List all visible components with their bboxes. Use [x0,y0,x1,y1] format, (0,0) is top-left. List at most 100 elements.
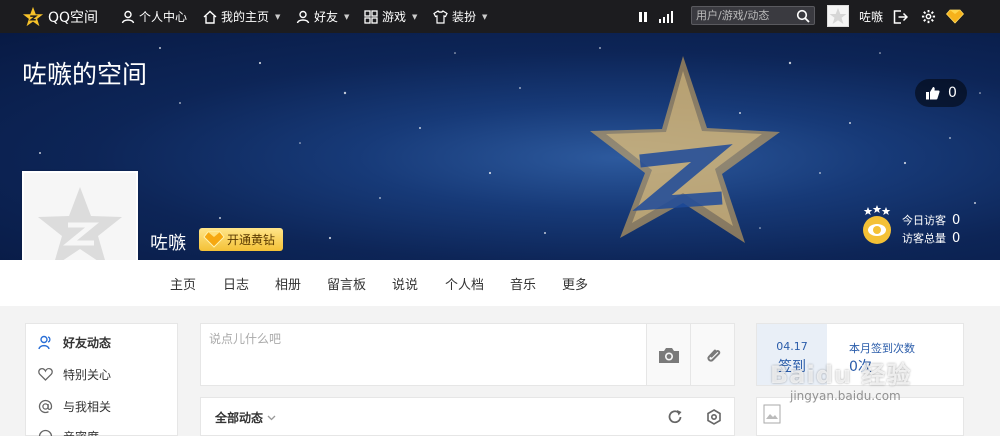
feed-panel: 全部动态 [200,397,735,436]
post-composer [200,323,735,386]
search-icon[interactable] [796,9,810,23]
qzone-logo[interactable]: QQ空间 [22,0,98,33]
logo-text: QQ空间 [48,9,99,26]
sidebar-item-label: 特别关心 [63,367,112,382]
sidebar-item-intimacy[interactable]: 亲密度 [38,424,99,436]
nav-music[interactable]: 音乐 [510,260,536,306]
heart-icon [38,367,53,381]
top-navigation-bar: QQ空间 个人中心 我的主页 ▼ 好友 ▼ 游戏 ▼ 装扮 ▼ 用户/游戏/动态… [0,0,1000,33]
username: 咗嗾 [859,10,884,24]
qzone-glitter-star [590,56,780,243]
today-visitors-label: 今日访客 [902,214,946,227]
my-home-label: 我的主页 [221,10,270,24]
logout-icon [893,9,908,24]
visitor-badge[interactable] [860,205,894,245]
total-visitors-count: 0 [952,231,961,246]
sidebar-item-friend-feed[interactable]: 好友动态 [38,330,111,354]
personal-center-label: 个人中心 [139,10,188,24]
feed-settings-icon[interactable] [706,409,722,425]
visitor-stats: 今日访客 0 访客总量 0 [902,212,960,248]
tshirt-icon [433,9,448,24]
sidebar-item-special-care[interactable]: 特别关心 [38,362,111,386]
user-name: 咗嗾 [150,233,186,254]
link-icon [706,349,720,362]
post-input[interactable] [201,324,601,385]
chevron-down-icon: ▼ [412,12,418,21]
sign-in-date: 04.17 [776,340,808,353]
nav-shuoshuo[interactable]: 说说 [392,260,418,306]
yellow-diamond-button[interactable] [946,0,964,33]
username-link[interactable]: 咗嗾 [859,0,883,33]
grid-icon [364,9,378,24]
pause-icon [639,11,647,22]
like-button[interactable]: 0 [915,79,967,107]
nav-album[interactable]: 相册 [275,260,301,306]
nav-home[interactable]: 主页 [170,260,196,306]
feed-title: 全部动态 [215,411,264,425]
my-home-link[interactable]: 我的主页 ▼ [203,0,280,33]
space-title: 咗嗾的空间 [22,60,148,89]
search-input[interactable] [692,9,792,22]
nav-profile[interactable]: 个人档 [445,260,484,306]
friends-label: 好友 [314,10,339,24]
upload-photo-button[interactable] [646,324,690,385]
chevron-down-icon: ▼ [482,12,488,21]
signal-bars-button[interactable] [658,0,674,33]
baidu-watermark: Baidu 经验 [770,361,912,389]
default-avatar-star-icon [829,8,847,24]
dressup-label: 装扮 [452,10,477,24]
profile-avatar[interactable] [22,171,138,260]
attach-link-button[interactable] [690,324,734,385]
logout-button[interactable] [893,0,908,33]
person-icon [121,10,135,23]
chevron-down-icon: ▼ [344,12,350,21]
cover-banner: 咗嗾的空间 0 咗嗾 开通黄钻 今日访客 0 访客总量 0 [0,33,1000,260]
pause-button[interactable] [637,0,649,33]
diamond-icon [946,9,964,24]
feed-filter-dropdown[interactable]: 全部动态 [215,409,276,426]
gear-icon [921,9,936,24]
signal-bars-icon [659,10,673,23]
search-box [691,6,815,25]
camera-icon [658,347,679,363]
games-label: 游戏 [382,10,407,24]
eye-badge-icon [863,205,891,244]
nav-message-board[interactable]: 留言板 [327,260,366,306]
open-yellow-diamond-button[interactable]: 开通黄钻 [199,228,284,251]
nav-blog[interactable]: 日志 [223,260,249,306]
friends-icon [296,10,310,23]
chevron-down-icon: ▼ [275,12,281,21]
sidebar-item-related-to-me[interactable]: 与我相关 [38,394,111,418]
circle-icon [38,429,53,436]
image-placeholder-icon [763,404,781,424]
nav-more[interactable]: 更多 [562,260,588,306]
like-count: 0 [948,85,957,101]
starfield-background [39,47,981,243]
open-yellow-diamond-label: 开通黄钻 [227,233,276,247]
settings-button[interactable] [921,0,936,33]
sidebar-item-label: 好友动态 [63,335,112,350]
at-sign-icon [38,399,53,413]
total-visitors-row: 访客总量 0 [902,230,960,248]
profile-nav-bar: 主页 日志 相册 留言板 说说 个人档 音乐 更多 [0,260,1000,306]
dressup-menu[interactable]: 装扮 ▼ [433,0,487,33]
monthly-sign-in-label: 本月签到次数 [849,342,915,355]
baidu-watermark-url: jingyan.baidu.com [790,389,901,403]
total-visitors-label: 访客总量 [902,232,946,245]
diamond-icon [203,231,225,248]
thumbs-up-icon [926,87,940,100]
feed-sidebar: 好友动态 特别关心 与我相关 亲密度 [25,323,178,436]
games-menu[interactable]: 游戏 ▼ [364,0,417,33]
today-visitors-row: 今日访客 0 [902,212,960,230]
friends-menu[interactable]: 好友 ▼ [296,0,349,33]
qzone-star-icon [22,6,44,26]
home-icon [203,10,217,24]
avatar[interactable] [827,5,849,27]
sidebar-item-label: 亲密度 [63,428,99,436]
today-visitors-count: 0 [952,213,961,228]
friends-icon [38,335,51,349]
chevron-down-icon [267,415,276,420]
default-avatar-star-icon [38,187,122,260]
personal-center-link[interactable]: 个人中心 [121,0,187,33]
refresh-icon[interactable] [667,409,683,425]
